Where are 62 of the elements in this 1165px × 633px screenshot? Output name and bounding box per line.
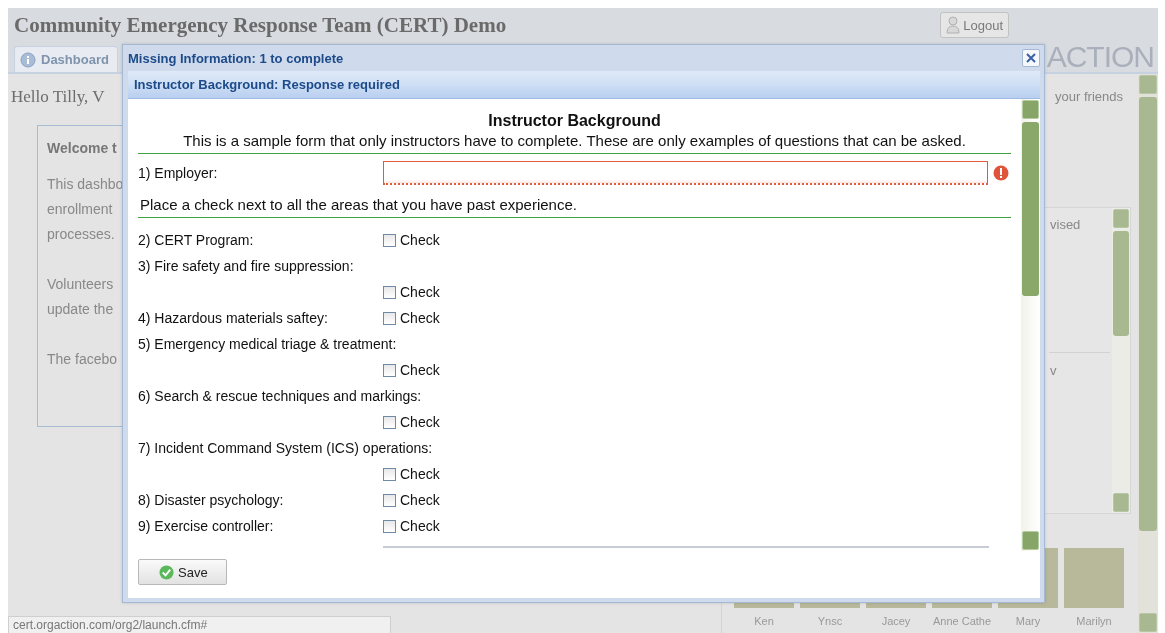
photo-placeholder: [1064, 548, 1124, 608]
welcome-text: The facebo: [47, 350, 119, 369]
checkbox[interactable]: [383, 311, 396, 325]
question-label: 2) CERT Program:: [138, 231, 255, 250]
checkbox-label[interactable]: Check: [400, 362, 440, 378]
welcome-text: This dashbo: [47, 175, 125, 194]
checkbox[interactable]: [383, 493, 396, 507]
instruction-text: Place a check next to all the areas that you have past experience.: [139, 196, 578, 213]
scrollbar[interactable]: [1112, 208, 1130, 513]
greeting: Hello Tilly, V: [10, 86, 105, 107]
employer-field[interactable]: [383, 161, 988, 185]
checkbox[interactable]: [383, 233, 396, 247]
friend-name: Mary: [1015, 615, 1041, 627]
checkbox-label[interactable]: Check: [400, 310, 440, 326]
friend-name: Jacey: [881, 615, 911, 627]
question-label: 5) Emergency medical triage & treatment:: [138, 335, 397, 354]
checkbox-label[interactable]: Check: [400, 232, 440, 248]
friend-name: Marilyn: [1076, 615, 1112, 627]
logout-button[interactable]: Logout: [940, 12, 1009, 38]
welcome-text: update the: [47, 300, 115, 319]
checkbox[interactable]: [383, 519, 396, 533]
welcome-title: Welcome t: [47, 140, 118, 156]
user-icon: [946, 16, 961, 34]
status-bar: cert.orgaction.com/org2/launch.cfm#: [8, 616, 391, 633]
close-button[interactable]: [1022, 49, 1040, 67]
form-title: Instructor Background: [488, 112, 661, 130]
question-label: 7) Incident Command System (ICS) operations:: [138, 439, 433, 458]
close-icon: [1026, 53, 1036, 63]
checkbox[interactable]: [383, 363, 396, 377]
checkbox-label[interactable]: Check: [400, 414, 440, 430]
dialog-title: Missing Information: 1 to complete: [128, 50, 344, 66]
checkbox-label[interactable]: Check: [400, 466, 440, 482]
check-icon: [159, 564, 174, 580]
question-label: 8) Disaster psychology:: [138, 491, 285, 510]
form-description: This is a sample form that only instructors have to complete. These are only examples of questions that can be asked.: [183, 132, 966, 149]
checkbox-label[interactable]: Check: [400, 284, 440, 300]
question-label: 6) Search & rescue techniques and markings:: [138, 387, 422, 406]
panel-text: v: [1049, 363, 1058, 378]
checkbox[interactable]: [383, 415, 396, 429]
friend-name: Anne Cathe: [932, 615, 992, 627]
friend-name: Ynsc: [817, 615, 843, 627]
section-title: Instructor Background: Response required: [134, 77, 400, 92]
checkbox-label[interactable]: Check: [400, 492, 440, 508]
welcome-text: enrollment: [47, 200, 114, 219]
info-icon: [20, 51, 36, 68]
question-label: 9) Exercise controller:: [138, 517, 275, 536]
welcome-text: processes.: [47, 225, 116, 244]
scrollbar[interactable]: [1021, 99, 1040, 551]
welcome-text: Volunteers: [47, 275, 115, 294]
panel-text: vised: [1049, 217, 1110, 353]
field-label: 1) Employer:: [138, 165, 219, 181]
checkbox[interactable]: [383, 285, 396, 299]
question-label: 3) Fire safety and fire suppression:: [138, 257, 354, 276]
question-label: 4) Hazardous materials saftey:: [138, 309, 329, 328]
site-title: Community Emergency Response Team (CERT) Demo: [13, 12, 507, 38]
friend-name: Ken: [754, 615, 774, 627]
scrollbar[interactable]: [1138, 74, 1158, 633]
checkbox[interactable]: [383, 467, 396, 481]
save-button[interactable]: Save: [138, 559, 227, 585]
friends-label: your friends: [1055, 89, 1123, 104]
checkbox-label[interactable]: Check: [400, 518, 440, 534]
error-icon: [993, 165, 1009, 181]
